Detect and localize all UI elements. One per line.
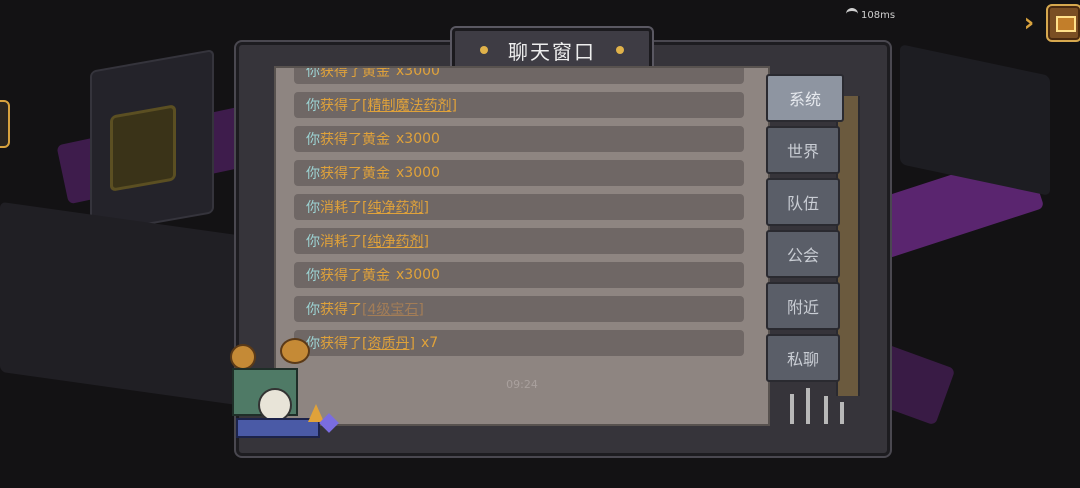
chat-message: 你消耗了 [纯净药剂] [294,228,744,254]
tab-private[interactable]: 私聊 [766,334,840,382]
chat-message: 你获得了黄金 x3000 [294,126,744,152]
title-dot-icon [616,46,624,54]
item-link[interactable]: [纯净药剂] [362,197,429,217]
item-link[interactable]: [4级宝石] [362,299,424,319]
chat-window-title: 聊天窗口 [508,39,596,64]
side-menu-handle[interactable] [0,100,10,148]
wifi-icon [846,8,858,19]
bg-window [110,104,176,192]
treasure-chest-icon[interactable] [1046,4,1080,42]
tab-guild[interactable]: 公会 [766,230,840,278]
item-link[interactable]: [纯净药剂] [362,231,429,251]
antenna-decoration [784,384,854,424]
tab-nearby[interactable]: 附近 [766,282,840,330]
arrow-right-icon[interactable]: › [1018,8,1040,38]
chat-message: 你获得了黄金 x3000 [294,68,744,84]
chat-message: 你获得了 [资质丹] x7 [294,330,744,356]
chat-message: 你消耗了 [纯净药剂] [294,194,744,220]
bg-ground [0,201,260,409]
clock-icon [258,388,292,422]
bg-rock [900,44,1050,196]
chat-message: 你获得了黄金 x3000 [294,262,744,288]
item-link[interactable]: [精制魔法药剂] [362,95,457,115]
tab-system[interactable]: 系统 [766,74,844,122]
item-link[interactable]: [资质丹] [362,333,415,353]
tab-team[interactable]: 队伍 [766,178,840,226]
lamp-icon [280,338,310,364]
chat-message: 你获得了 [精制魔法药剂] [294,92,744,118]
tab-world[interactable]: 世界 [766,126,840,174]
title-dot-icon [480,46,488,54]
chat-message: 你获得了 [4级宝石] [294,296,744,322]
chat-message: 你获得了黄金 x3000 [294,160,744,186]
lamp-icon [230,344,256,370]
network-status: 108ms [846,8,895,21]
treasure-pile-decoration [222,338,352,448]
latency-text: 108ms [861,10,896,21]
